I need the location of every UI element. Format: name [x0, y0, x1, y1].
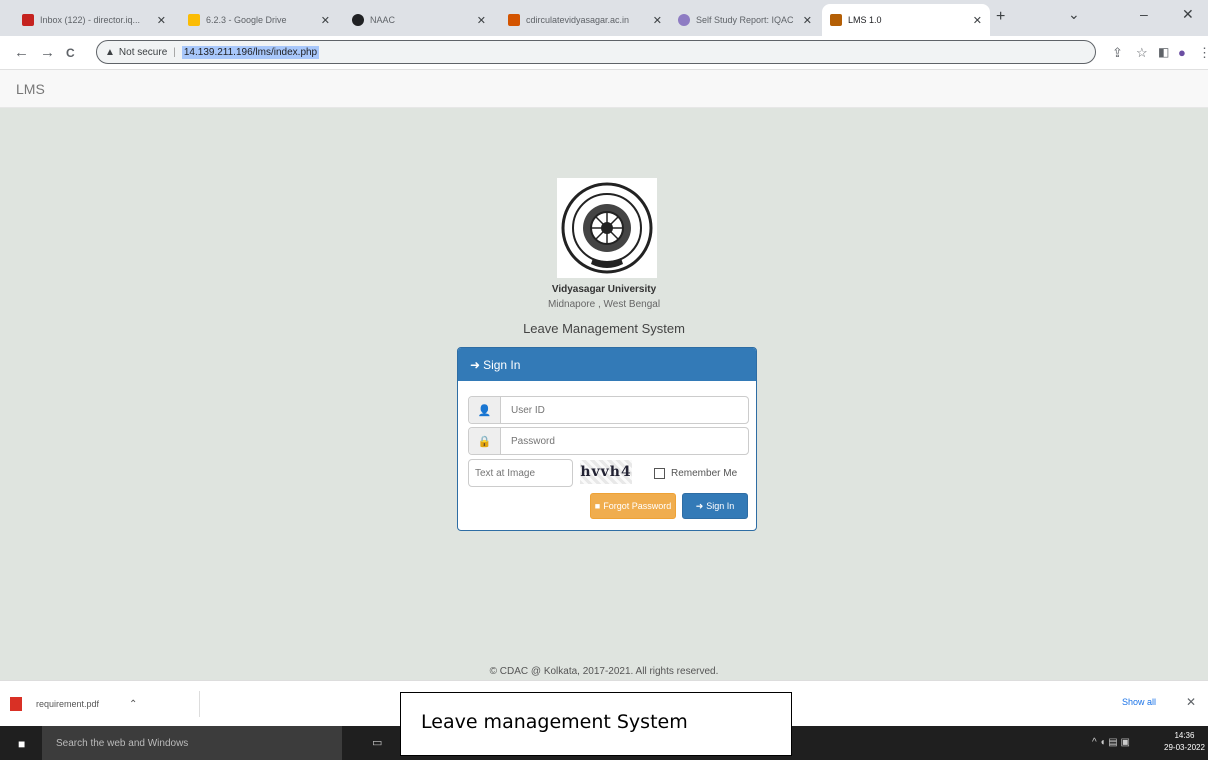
close-icon[interactable]: ✕ — [803, 14, 812, 27]
drive-icon — [188, 14, 200, 26]
star-icon[interactable]: ☆ — [1136, 45, 1148, 61]
taskbar-search[interactable]: Search the web and Windows — [42, 726, 342, 760]
close-icon[interactable]: ✕ — [157, 14, 166, 27]
panel-title: Sign In — [483, 357, 521, 372]
chevron-up-icon[interactable]: ⌃ — [129, 699, 137, 710]
signin-panel: ➜ Sign In 👤 🔒 hvvh4 Remember Me ■ Forgot… — [457, 347, 757, 531]
download-item[interactable]: requirement.pdf ⌃ — [10, 691, 200, 717]
signin-label: Sign In — [706, 501, 735, 511]
close-icon[interactable]: ✕ — [321, 14, 330, 27]
brand-link[interactable]: LMS — [16, 81, 45, 97]
profile-avatar-icon[interactable]: ● — [1178, 45, 1186, 60]
caption-label: Leave management System — [400, 692, 792, 756]
close-window-icon[interactable]: ✕ — [1182, 6, 1194, 23]
sidebar-icon[interactable]: ◧ — [1158, 45, 1169, 59]
remember-me-checkbox[interactable]: Remember Me — [654, 468, 737, 479]
tab-label: Self Study Report: IQAC — [696, 15, 794, 25]
tab-label: cdirculatevidyasagar.ac.in — [526, 15, 630, 25]
sign-in-icon: ➜ — [470, 357, 481, 372]
captcha-image: hvvh4 — [580, 460, 632, 484]
browser-toolbar: ← → C ▲ Not secure | 14.139.211.196/lms/… — [0, 36, 1208, 70]
url-text[interactable]: 14.139.211.196/lms/index.php — [181, 45, 320, 59]
minimize-icon[interactable]: – — [1140, 6, 1148, 22]
browser-tab-active[interactable]: LMS 1.0 ✕ — [822, 4, 990, 36]
clock-date: 29-03-2022 — [1164, 743, 1205, 752]
download-file-name: requirement.pdf — [36, 699, 100, 709]
browser-tab-strip: Inbox (122) - director.iq... ✕ 6.2.3 - G… — [0, 0, 1208, 36]
system-tray-icons[interactable]: ^ ◖ ▤ ▣ — [1092, 737, 1130, 748]
globe-icon — [352, 14, 364, 26]
browser-tab[interactable]: NAAC ✕ — [344, 4, 494, 36]
password-input[interactable] — [501, 428, 748, 454]
tab-label: LMS 1.0 — [848, 15, 882, 25]
gmail-icon — [22, 14, 34, 26]
university-location: Midnapore , West Bengal — [547, 299, 661, 310]
remember-label: Remember Me — [671, 468, 738, 479]
site-icon — [678, 14, 690, 26]
tab-label: NAAC — [370, 15, 396, 25]
sign-in-icon: ➜ — [695, 500, 704, 511]
clock-time: 14:36 — [1174, 731, 1195, 740]
seal-icon — [561, 182, 653, 274]
site-icon — [508, 14, 520, 26]
forward-icon[interactable]: → — [40, 44, 55, 61]
taskbar-search-text: Search the web and Windows — [56, 737, 189, 749]
taskbar-clock[interactable]: 14:36 29-03-2022 — [1164, 730, 1205, 754]
forgot-label: Forgot Password — [603, 501, 672, 511]
sign-in-button[interactable]: ➜ Sign In — [682, 493, 748, 519]
browser-tab[interactable]: 6.2.3 - Google Drive ✕ — [180, 4, 338, 36]
warning-icon: ▲ — [105, 46, 115, 58]
browser-tab[interactable]: Inbox (122) - director.iq... ✕ — [14, 4, 174, 36]
university-name: Vidyasagar University — [551, 284, 657, 295]
userid-input[interactable] — [501, 397, 748, 423]
page-footer: © CDAC @ Kolkata, 2017-2021. All rights … — [489, 666, 719, 677]
captcha-input[interactable] — [468, 459, 573, 487]
forgot-password-button[interactable]: ■ Forgot Password — [590, 493, 676, 519]
security-label: Not secure — [118, 46, 168, 58]
menu-dots-icon[interactable]: ⋮ — [1198, 45, 1208, 61]
university-seal-logo — [557, 178, 657, 278]
task-view-icon[interactable]: ▭ — [372, 736, 382, 749]
browser-tab[interactable]: cdirculatevidyasagar.ac.in ✕ — [500, 4, 670, 36]
address-bar[interactable]: ▲ Not secure | 14.139.211.196/lms/index.… — [96, 40, 1096, 64]
tab-label: Inbox (122) - director.iq... — [40, 15, 141, 25]
lms-favicon-icon — [830, 14, 842, 26]
reload-icon[interactable]: C — [66, 46, 75, 60]
panel-heading: ➜ Sign In — [458, 348, 756, 381]
checkbox-box[interactable] — [654, 468, 665, 479]
windows-start-icon[interactable]: ■ — [18, 737, 25, 751]
top-navbar: LMS — [0, 70, 1208, 108]
close-icon[interactable]: ✕ — [1186, 695, 1196, 709]
back-icon[interactable]: ← — [14, 44, 29, 61]
folder-icon: ■ — [594, 501, 601, 511]
userid-group: 👤 — [468, 396, 749, 424]
password-group: 🔒 — [468, 427, 749, 455]
lock-icon: 🔒 — [469, 428, 501, 454]
pdf-file-icon — [10, 697, 22, 711]
close-icon[interactable]: ✕ — [477, 14, 486, 27]
close-icon[interactable]: ✕ — [973, 14, 982, 27]
system-title: Leave Management System — [523, 321, 685, 336]
show-all-button[interactable]: Show all — [1122, 697, 1156, 707]
close-icon[interactable]: ✕ — [653, 14, 662, 27]
divider: | — [173, 46, 176, 58]
page-body: LMS Vidyasagar University Midnapore , We… — [0, 70, 1208, 680]
browser-tab[interactable]: Self Study Report: IQAC ✕ — [670, 4, 820, 36]
share-icon[interactable]: ⇪ — [1112, 45, 1123, 61]
chevron-down-icon[interactable]: ⌄ — [1068, 6, 1080, 23]
user-icon: 👤 — [469, 397, 501, 423]
new-tab-button[interactable]: + — [996, 8, 1005, 26]
tab-label: 6.2.3 - Google Drive — [206, 15, 287, 25]
